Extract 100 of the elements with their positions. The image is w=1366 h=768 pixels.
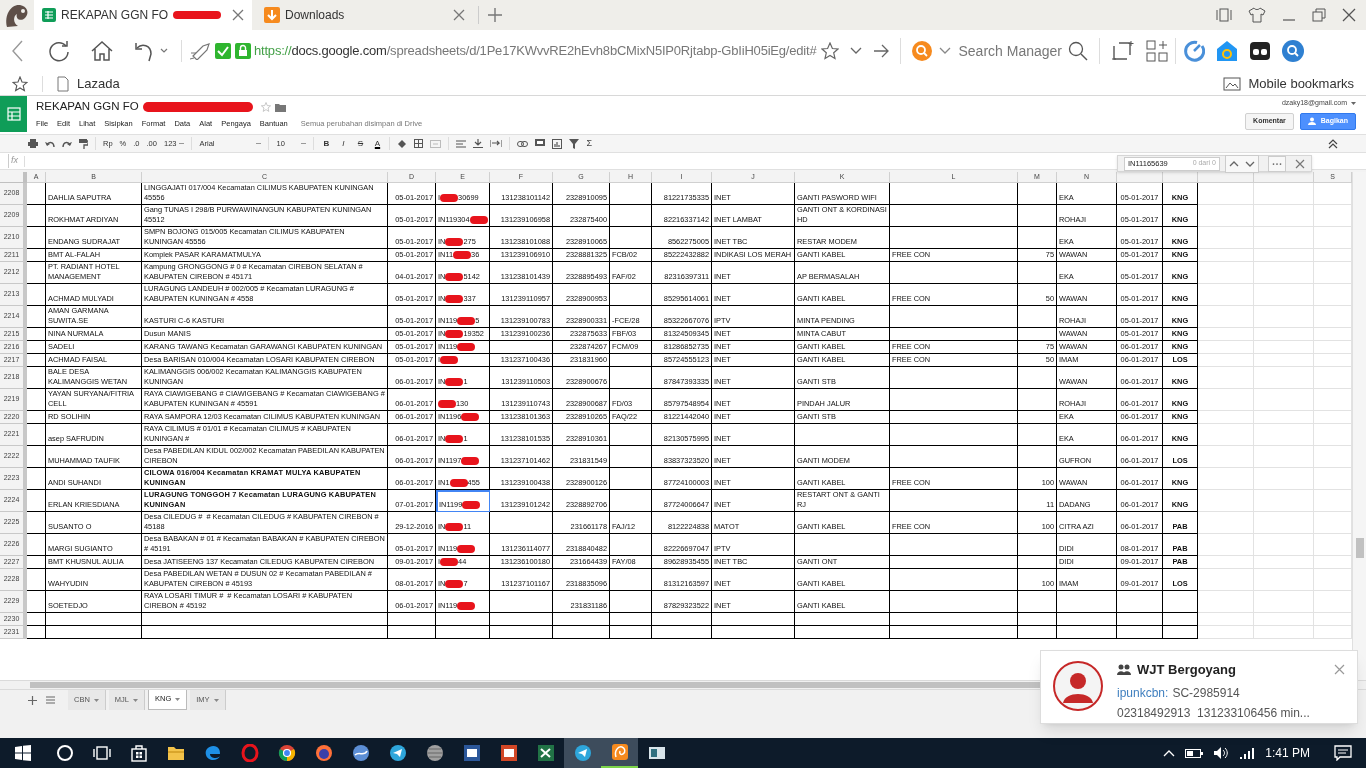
text-style-button[interactable]: I (338, 137, 349, 150)
empty-cell (27, 446, 46, 468)
chart-icon[interactable] (552, 138, 563, 149)
empty-cell (1254, 446, 1314, 468)
caret-icon[interactable] (93, 698, 99, 702)
presentation-icon[interactable] (499, 744, 518, 762)
task-view-icon[interactable] (92, 744, 111, 762)
caret-icon[interactable] (160, 47, 170, 55)
undo-icon[interactable] (45, 139, 55, 148)
collapse-icon[interactable] (1328, 138, 1338, 149)
shirt-icon[interactable] (1248, 7, 1266, 23)
empty-cell (1163, 613, 1198, 626)
scrollbar-thumb[interactable] (1356, 538, 1364, 558)
restore-icon[interactable] (1312, 8, 1326, 22)
fill-color-icon[interactable] (397, 138, 408, 149)
globe-icon[interactable] (425, 744, 444, 762)
text-style-button[interactable]: B (321, 137, 332, 150)
close-icon[interactable] (452, 8, 466, 22)
spreadsheet-icon[interactable] (536, 744, 555, 762)
document-icon[interactable] (462, 744, 481, 762)
star-icon[interactable] (821, 42, 840, 60)
store-icon[interactable] (129, 744, 148, 762)
link-icon[interactable] (517, 140, 529, 147)
wifi-icon[interactable] (1239, 746, 1256, 760)
empty-cell (553, 613, 610, 626)
bookmark-link[interactable]: Lazada (57, 73, 120, 94)
print-icon[interactable] (28, 139, 38, 148)
close-icon[interactable] (1342, 8, 1356, 22)
wrap-icon[interactable] (490, 139, 503, 148)
caret-icon[interactable] (939, 47, 952, 55)
window-icon[interactable] (647, 744, 666, 762)
borders-icon[interactable] (414, 139, 424, 148)
undo-icon[interactable] (133, 40, 155, 62)
caret-icon[interactable] (1351, 101, 1356, 105)
caret-icon[interactable] (301, 142, 307, 145)
caret-icon[interactable] (179, 142, 185, 145)
star-icon[interactable] (260, 102, 271, 112)
clock-time[interactable]: 1:41 PM (1265, 744, 1310, 762)
squirrel-icon[interactable] (610, 743, 629, 761)
rocket-icon[interactable] (189, 42, 211, 60)
caret-icon[interactable] (133, 698, 138, 702)
paint-format-icon[interactable] (79, 138, 88, 149)
document-title[interactable]: REKAPAN GGN FO (36, 98, 139, 116)
firefox-icon[interactable] (314, 744, 333, 762)
caret-icon[interactable] (850, 47, 863, 55)
speed-dial-icon[interactable] (1183, 40, 1205, 62)
edge-icon[interactable] (203, 744, 222, 762)
reload-icon[interactable] (47, 39, 71, 63)
search-field[interactable]: Search Manager (958, 40, 1088, 62)
close-icon[interactable] (231, 8, 246, 22)
apps-add-icon[interactable] (1146, 40, 1168, 62)
redaction-mark (440, 356, 459, 364)
mail-icon[interactable] (1216, 40, 1238, 62)
search-icon[interactable] (1282, 40, 1304, 62)
comment-icon[interactable] (535, 139, 546, 148)
volume-icon[interactable] (1213, 746, 1230, 760)
empty-cell (1254, 341, 1314, 354)
text-style-button[interactable]: A (372, 137, 383, 150)
empty-cell (1198, 227, 1254, 249)
notifications-icon[interactable] (1334, 745, 1352, 761)
filter-icon[interactable] (569, 138, 580, 149)
browser-tab[interactable]: Downloads (256, 0, 474, 30)
battery-icon[interactable] (1185, 747, 1204, 759)
empty-cell (1018, 306, 1057, 328)
glasses-icon[interactable] (1249, 40, 1271, 62)
vertical-align-icon[interactable] (473, 139, 484, 148)
scrollbar-thumb[interactable] (30, 682, 1040, 688)
arrow-right-icon[interactable] (873, 44, 890, 58)
redo-icon[interactable] (62, 139, 72, 148)
plus-icon[interactable] (487, 7, 503, 23)
star-icon[interactable] (12, 75, 28, 92)
address-field[interactable]: https://docs.google.com/spreadsheets/d/1Pe17KWvvRE2hEvh8bCMixN5IP0Rjtabp-GbIiH05iEg/edit# (254, 41, 817, 61)
close-icon[interactable] (1334, 664, 1345, 676)
plus-icon[interactable] (28, 695, 37, 705)
caret-icon[interactable] (213, 698, 219, 702)
functions-button[interactable]: Σ (586, 136, 593, 151)
caret-icon[interactable] (175, 697, 181, 701)
folder-icon[interactable] (166, 744, 185, 762)
empty-cell (1117, 613, 1163, 626)
redaction-mark (445, 330, 464, 338)
bookmark-link[interactable]: Mobile bookmarks (1222, 73, 1354, 94)
home-icon[interactable] (90, 39, 114, 63)
paper-plane-icon[interactable] (388, 744, 407, 762)
windows-icon[interactable] (14, 744, 32, 762)
globe-icon[interactable] (351, 744, 370, 762)
screenshot-icon[interactable] (1111, 40, 1135, 62)
empty-cell (1018, 446, 1057, 468)
text-style-button[interactable]: S (355, 137, 366, 150)
chrome-icon[interactable] (277, 744, 296, 762)
caret-icon[interactable] (256, 142, 262, 145)
cortana-icon[interactable] (55, 744, 74, 762)
opera-icon[interactable] (240, 744, 259, 762)
search-icon[interactable] (1068, 41, 1088, 61)
empty-cell (1254, 626, 1314, 639)
chevron-up-icon[interactable] (1163, 749, 1176, 757)
browser-tab[interactable]: REKAPAN GGN FO (34, 0, 252, 30)
empty-cell (610, 613, 652, 626)
empty-cell (1254, 468, 1314, 490)
close-icon[interactable] (1295, 158, 1305, 169)
paper-plane-icon[interactable] (573, 744, 592, 762)
